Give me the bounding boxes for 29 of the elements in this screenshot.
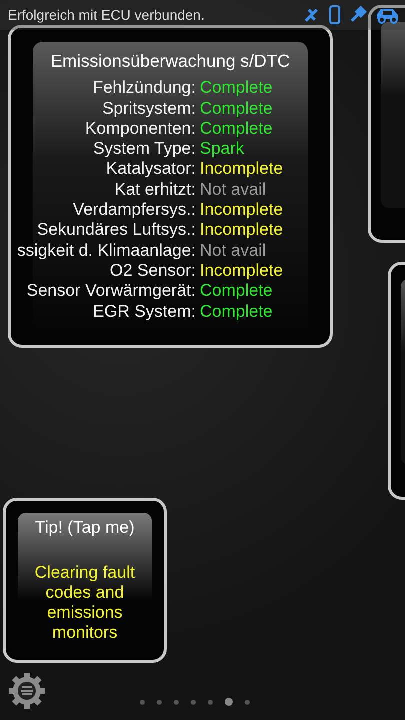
status-value: Complete [200, 302, 273, 322]
status-value: Spark [200, 139, 244, 160]
row-label: O2 Sensor: [109, 260, 197, 282]
status-value: Incomplete [200, 200, 284, 220]
status-value: Complete [200, 118, 273, 140]
row-label: Katalysator: [105, 159, 197, 180]
status-value: Incomplete [200, 159, 284, 180]
status-value: Complete [200, 78, 273, 99]
status-value: Incomplete [200, 260, 284, 282]
status-value: Not avail [200, 180, 266, 200]
status-value: Complete [200, 281, 273, 302]
row-label: Fehlzündung: [92, 78, 197, 99]
status-message: Erfolgreich mit ECU verbunden. [8, 6, 205, 25]
row-label: EGR System: [92, 302, 197, 322]
row-label: Verdampfersys.: [72, 200, 197, 220]
row-label: Kat erhitzt: [114, 180, 197, 200]
status-value: Complete [200, 98, 273, 119]
tip-text: Clearing fault codes and emissions monitors [34, 562, 136, 642]
row-label: ssigkeit d. Klimaanlage: [16, 240, 197, 261]
row-label: Sekundäres Luftsys.: [36, 220, 197, 241]
tip-card[interactable]: Tip! (Tap me) Clearing fault codes and emissions monitors [3, 498, 167, 663]
card-title: Tip! (Tap me) [34, 517, 136, 539]
card-title: Emissionsüberwachung s/DTC [50, 50, 292, 73]
status-value: Not avail [200, 240, 266, 261]
row-label: Sensor Vorwärmgerät: [26, 281, 197, 302]
row-label: Spritsystem: [101, 98, 197, 119]
row-label: Komponenten: [84, 118, 197, 140]
row-label: System Type: [92, 139, 197, 160]
status-value: Incomplete [200, 220, 284, 241]
